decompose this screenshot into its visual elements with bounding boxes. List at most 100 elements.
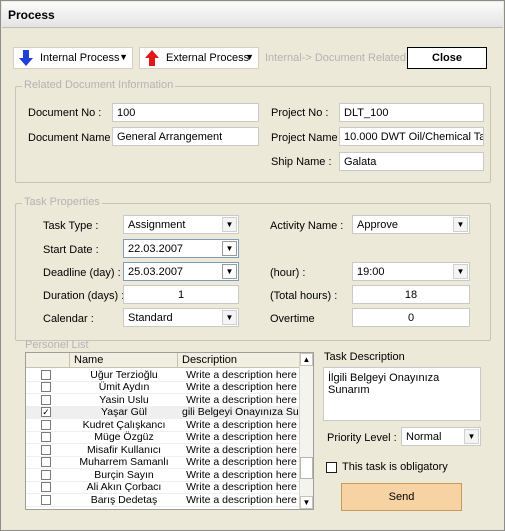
- chevron-down-icon: ▼: [119, 52, 128, 62]
- chevron-down-icon[interactable]: ▼: [222, 241, 237, 256]
- row-checkbox-cell: [26, 381, 70, 393]
- row-checkbox-cell: [26, 469, 70, 481]
- scroll-down-icon[interactable]: ▼: [300, 496, 313, 509]
- document-related-label: Internal-> Document Related: [265, 52, 406, 64]
- external-process-label: External Process: [166, 52, 250, 64]
- hour-select[interactable]: 19:00 ▼: [352, 262, 470, 281]
- external-process-dropdown[interactable]: External Process ▼: [139, 47, 259, 69]
- row-checkbox-cell: [26, 394, 70, 406]
- chevron-down-icon[interactable]: ▼: [464, 429, 479, 444]
- row-description[interactable]: Write a description here: [178, 369, 301, 381]
- document-no-field[interactable]: 100: [112, 103, 259, 122]
- activity-name-select[interactable]: Approve ▼: [352, 215, 470, 234]
- table-row[interactable]: Burçin Sayın Write a description here: [26, 469, 301, 482]
- chevron-down-icon[interactable]: ▼: [222, 264, 237, 279]
- row-checkbox[interactable]: [41, 382, 51, 393]
- row-name: Yaşar Gül: [101, 406, 147, 419]
- column-header-name[interactable]: Name: [70, 353, 178, 367]
- chevron-down-icon[interactable]: ▼: [453, 217, 468, 232]
- table-row[interactable]: Barış Dedetaş Write a description here: [26, 494, 301, 507]
- row-checkbox[interactable]: [41, 369, 51, 380]
- scroll-thumb[interactable]: [300, 457, 313, 479]
- row-description[interactable]: gili Belgeyi Onayınıza Sunarım: [178, 406, 301, 418]
- row-checkbox-cell: [26, 369, 70, 381]
- row-name: Burçin Sayın: [94, 468, 154, 481]
- table-row[interactable]: ✓ Yaşar Gül gili Belgeyi Onayınıza Sunarım: [26, 406, 301, 419]
- personel-grid[interactable]: Name Description Uğur Terzioğlu Write a d…: [25, 352, 314, 510]
- start-date-label: Start Date :: [43, 244, 99, 256]
- project-name-field[interactable]: 10.000 DWT Oil/Chemical Tank: [339, 127, 484, 146]
- scroll-up-icon[interactable]: ▲: [300, 353, 313, 366]
- table-row[interactable]: Uğur Terzioğlu Write a description here: [26, 369, 301, 382]
- chevron-down-icon[interactable]: ▼: [453, 264, 468, 279]
- ship-name-label: Ship Name :: [271, 156, 332, 168]
- row-description[interactable]: Write a description here: [178, 394, 301, 406]
- row-checkbox[interactable]: [41, 469, 51, 480]
- row-name: Barış Dedetaş: [90, 493, 158, 506]
- priority-level-value: Normal: [406, 431, 442, 443]
- calendar-select[interactable]: Standard ▼: [123, 308, 239, 327]
- row-description[interactable]: Write a description here: [178, 444, 301, 456]
- task-type-select[interactable]: Assignment ▼: [123, 215, 239, 234]
- deadline-picker[interactable]: 25.03.2007 ▼: [123, 262, 239, 281]
- calendar-value: Standard: [128, 312, 173, 324]
- document-name-field[interactable]: General Arrangement: [112, 127, 259, 146]
- grid-scrollbar[interactable]: ▲ ▼: [299, 353, 313, 509]
- internal-process-label: Internal Process: [40, 52, 120, 64]
- row-checkbox[interactable]: [41, 457, 51, 468]
- row-description[interactable]: Write a description here: [178, 419, 301, 431]
- row-checkbox[interactable]: [41, 394, 51, 405]
- document-group-title: Related Document Information: [22, 79, 176, 91]
- duration-field[interactable]: 1: [123, 285, 239, 304]
- table-row[interactable]: Kudret Çalışkancı Write a description her…: [26, 419, 301, 432]
- start-date-picker[interactable]: 22.03.2007 ▼: [123, 239, 239, 258]
- obligatory-label: This task is obligatory: [342, 461, 448, 473]
- row-checkbox[interactable]: [41, 494, 51, 505]
- table-row[interactable]: Ümit Aydın Write a description here: [26, 381, 301, 394]
- row-name: Muharrem Samanlı: [79, 456, 169, 469]
- table-row[interactable]: Müge Özgüz Write a description here: [26, 431, 301, 444]
- project-no-field[interactable]: DLT_100: [339, 103, 484, 122]
- row-checkbox[interactable]: [41, 482, 51, 493]
- table-row[interactable]: Muharrem Samanlı Write a description here: [26, 456, 301, 469]
- task-type-label: Task Type :: [43, 220, 99, 232]
- row-description[interactable]: Write a description here: [178, 431, 301, 443]
- total-hours-field[interactable]: 18: [352, 285, 470, 304]
- overtime-field[interactable]: 0: [352, 308, 470, 327]
- internal-process-dropdown[interactable]: Internal Process ▼: [13, 47, 133, 69]
- row-name: Müge Özgüz: [94, 431, 154, 444]
- chevron-down-icon[interactable]: ▼: [222, 310, 237, 325]
- row-description[interactable]: Write a description here: [178, 469, 301, 481]
- row-checkbox[interactable]: [41, 419, 51, 430]
- row-checkbox[interactable]: [41, 444, 51, 455]
- row-description[interactable]: Write a description here: [178, 381, 301, 393]
- table-row[interactable]: Misafir Kullanıcı Write a description her…: [26, 444, 301, 457]
- row-checkbox[interactable]: [41, 432, 51, 443]
- row-description[interactable]: Write a description here: [178, 481, 301, 493]
- row-checkbox-cell: [26, 481, 70, 493]
- ship-name-field[interactable]: Galata: [339, 152, 484, 171]
- start-date-value: 22.03.2007: [128, 243, 184, 255]
- checkbox-column-header[interactable]: [26, 353, 70, 367]
- column-header-description[interactable]: Description: [178, 353, 301, 367]
- obligatory-checkbox-row[interactable]: This task is obligatory: [326, 461, 448, 473]
- priority-level-select[interactable]: Normal ▼: [401, 427, 481, 446]
- row-checkbox-cell: [26, 456, 70, 468]
- calendar-label: Calendar :: [43, 313, 94, 325]
- table-row[interactable]: Yasin Uslu Write a description here: [26, 394, 301, 407]
- row-checkbox[interactable]: ✓: [41, 407, 51, 418]
- row-description[interactable]: Write a description here: [178, 456, 301, 468]
- close-button[interactable]: Close: [407, 47, 487, 69]
- table-row[interactable]: Ali Akın Çorbacı Write a description here: [26, 481, 301, 494]
- chevron-down-icon[interactable]: ▼: [222, 217, 237, 232]
- document-name-label: Document Name :: [28, 132, 117, 144]
- obligatory-checkbox[interactable]: [326, 461, 337, 473]
- task-description-field[interactable]: İlgili Belgeyi Onayınıza Sunarım: [323, 367, 481, 421]
- window-title: Process: [8, 8, 55, 22]
- row-checkbox-cell: ✓: [26, 406, 70, 418]
- send-button[interactable]: Send: [341, 483, 462, 511]
- activity-name-label: Activity Name :: [270, 220, 344, 232]
- title-bar: Process: [2, 2, 503, 28]
- row-description[interactable]: Write a description here: [178, 494, 301, 506]
- task-description-label: Task Description: [324, 351, 405, 363]
